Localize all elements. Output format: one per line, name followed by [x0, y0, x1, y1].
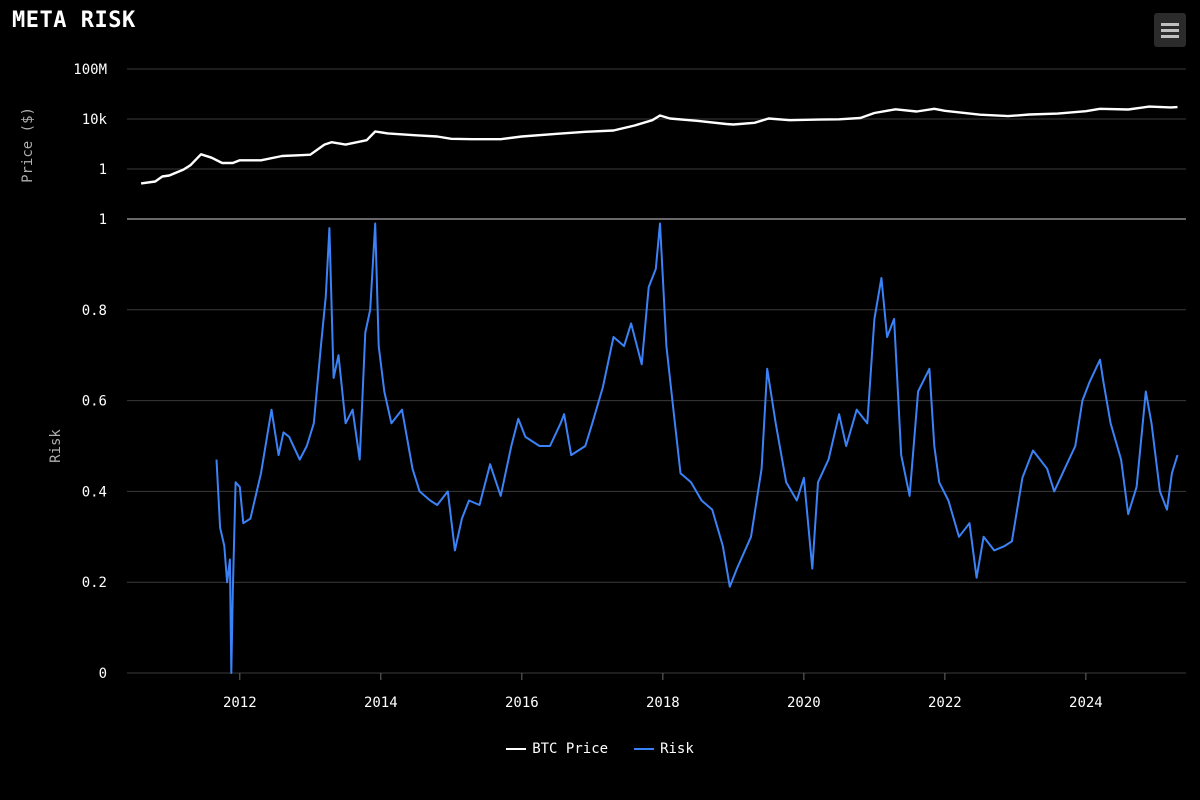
- x-tick-label: 2022: [928, 695, 962, 711]
- legend-label-risk: Risk: [660, 741, 694, 757]
- y-tick-label-risk: 0: [99, 666, 107, 682]
- series-layer: [140, 105, 1179, 674]
- axis-titles: Price ($) Risk: [20, 107, 64, 463]
- legend: BTC Price Risk: [0, 741, 1200, 757]
- series-line-risk: [215, 222, 1179, 674]
- meta-risk-chart: 1 10k 100M 0 0.2 0.4 0.6 0.8 1 2012 2014 2016 2018 20…: [20, 62, 1186, 711]
- x-tick-label: 2014: [364, 695, 398, 711]
- y-tick-label-price: 10k: [82, 112, 108, 128]
- y-tick-label-price: 100M: [73, 62, 107, 78]
- legend-item-risk[interactable]: Risk: [634, 741, 694, 757]
- legend-swatch-risk: [634, 748, 655, 750]
- x-tick-label: 2012: [223, 695, 257, 711]
- y-tick-label-price: 1: [99, 162, 107, 178]
- y-tick-label-risk: 1: [99, 212, 107, 228]
- y-tick-label-risk: 0.2: [82, 575, 107, 591]
- y-axis-title-price: Price ($): [20, 107, 36, 183]
- grid-layer: [127, 68, 1186, 680]
- series-line-btc-price: [140, 105, 1178, 185]
- y-axis-title-risk: Risk: [48, 429, 64, 463]
- y-tick-label-risk: 0.6: [82, 394, 107, 410]
- y-tick-label-risk: 0.4: [82, 484, 107, 500]
- legend-swatch-btc-price: [506, 748, 527, 750]
- x-tick-label: 2016: [505, 695, 539, 711]
- y-tick-label-risk: 0.8: [82, 303, 107, 319]
- tick-labels: 1 10k 100M 0 0.2 0.4 0.6 0.8 1 2012 2014 2016 2018 20…: [73, 62, 1102, 711]
- legend-item-btc-price[interactable]: BTC Price: [506, 741, 608, 757]
- legend-label-btc-price: BTC Price: [532, 741, 609, 757]
- x-tick-label: 2024: [1069, 695, 1103, 711]
- x-tick-label: 2020: [787, 695, 821, 711]
- x-tick-label: 2018: [646, 695, 680, 711]
